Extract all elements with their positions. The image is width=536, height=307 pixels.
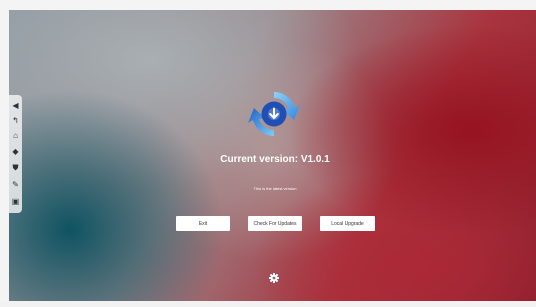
current-version-label: Current version: V1.0.1 [220,154,330,165]
update-sync-icon [248,92,300,136]
layers-icon[interactable]: ◆ [9,145,22,158]
back-icon[interactable]: ↰ [9,114,22,127]
screen-frame-top [0,0,536,10]
edit-icon[interactable]: ✎ [9,178,22,191]
check-for-updates-button[interactable]: Check For Updates [248,216,302,231]
shield-icon[interactable]: ⛊ [9,161,22,174]
collapse-arrow-icon[interactable]: ◀ [9,99,22,112]
update-status-text: This is the latest version [253,186,297,191]
screen-frame-bottom [0,301,536,307]
home-icon[interactable]: ⌂ [9,129,22,142]
screen-frame-left [0,0,9,307]
gear-icon[interactable] [269,273,279,283]
local-upgrade-button[interactable]: Local Upgrade [320,216,375,231]
exit-button[interactable]: Exit [176,216,230,231]
toolbox-icon[interactable]: ▣ [9,195,22,208]
side-toolbar: ◀ ↰ ⌂ ◆ ⛊ ✎ ▣ [9,95,22,213]
